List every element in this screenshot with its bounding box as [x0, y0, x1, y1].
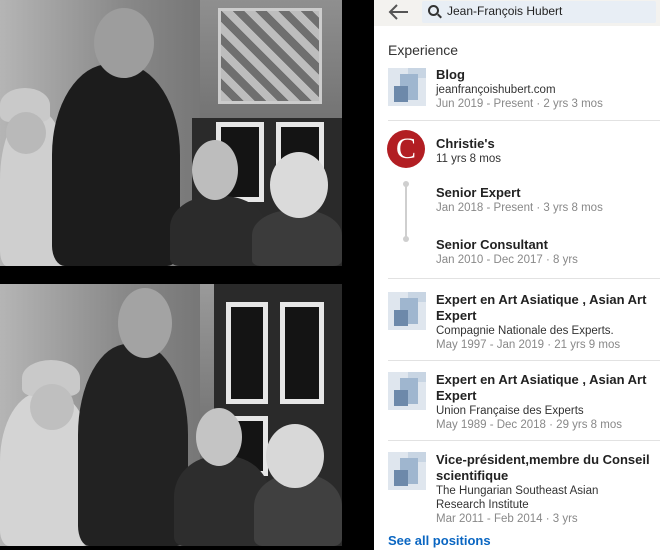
company-logo[interactable]: [388, 68, 426, 106]
role-dates: Jan 2018 - Present · 3 yrs 8 mos: [436, 202, 603, 214]
search-query: Jean-François Hubert: [447, 4, 563, 18]
position-company: Union Française des Experts: [436, 405, 584, 417]
divider: [388, 360, 660, 361]
timeline-dot: [403, 236, 409, 242]
position-company: Compagnie Nationale des Experts.: [436, 325, 614, 337]
divider: [388, 278, 660, 279]
position-title[interactable]: Blog: [436, 67, 652, 83]
position-company: jeanfrançoishubert.com: [436, 84, 556, 96]
arrow-left-icon[interactable]: [388, 2, 412, 22]
section-title: Experience: [388, 42, 459, 58]
role-title[interactable]: Senior Expert: [436, 185, 652, 201]
position-dates: Jun 2019 - Present · 2 yrs 3 mos: [436, 98, 603, 110]
search-input[interactable]: Jean-François Hubert: [422, 1, 656, 23]
divider: [388, 440, 660, 441]
photo-top: [0, 0, 342, 266]
position-title[interactable]: Expert en Art Asiatique , Asian Art Expe…: [436, 292, 652, 324]
position-company: The Hungarian Southeast Asian: [436, 485, 599, 497]
company-name[interactable]: Christie's: [436, 136, 652, 152]
role-title[interactable]: Senior Consultant: [436, 237, 652, 253]
timeline-dot: [403, 181, 409, 187]
company-duration: 11 yrs 8 mos: [436, 153, 501, 165]
search-icon: [428, 5, 439, 16]
timeline-line: [405, 184, 407, 240]
company-logo[interactable]: [388, 452, 426, 490]
position-title[interactable]: Vice-président,membre du Conseil scienti…: [436, 452, 652, 484]
position-company-cont: Research Institute: [436, 499, 529, 511]
company-logo[interactable]: [388, 292, 426, 330]
position-dates: Mar 2011 - Feb 2014 · 3 yrs: [436, 513, 578, 525]
position-title[interactable]: Expert en Art Asiatique , Asian Art Expe…: [436, 372, 652, 404]
profile-experience-panel: Jean-François Hubert Experience Blog jea…: [374, 0, 660, 550]
photo-bottom: [0, 284, 342, 546]
company-logo[interactable]: [388, 372, 426, 410]
see-all-positions-link[interactable]: See all positions: [388, 533, 491, 548]
divider: [388, 120, 660, 121]
christies-logo[interactable]: C: [387, 130, 425, 168]
photo-collage: [0, 0, 342, 550]
role-dates: Jan 2010 - Dec 2017 · 8 yrs: [436, 254, 578, 266]
position-dates: May 1997 - Jan 2019 · 21 yrs 9 mos: [436, 339, 621, 351]
top-bar: Jean-François Hubert: [374, 0, 660, 26]
position-dates: May 1989 - Dec 2018 · 29 yrs 8 mos: [436, 419, 622, 431]
